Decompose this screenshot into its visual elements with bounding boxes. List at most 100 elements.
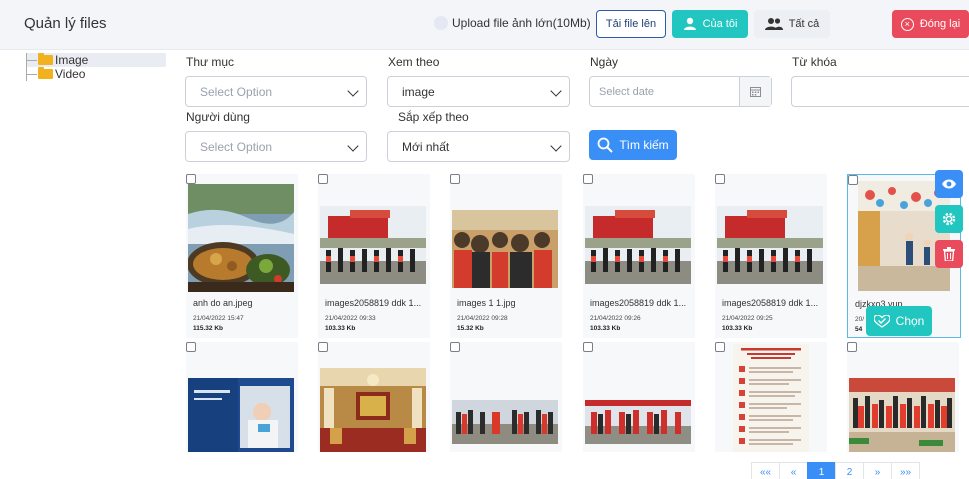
- pagination: «« « 1 2 » »»: [751, 462, 920, 479]
- view-by-label: Xem theo: [388, 55, 440, 69]
- file-size: 15.32 Kb: [457, 325, 484, 332]
- calendar-icon[interactable]: [739, 77, 771, 106]
- close-label: Đóng lại: [919, 18, 961, 30]
- file-checkbox[interactable]: [318, 342, 328, 352]
- tree-item-label: Video: [55, 67, 86, 81]
- chevron-down-icon: [347, 85, 359, 97]
- file-date: 21/04/2022 09:33: [325, 315, 376, 322]
- file-checkbox[interactable]: [847, 342, 857, 352]
- file-card[interactable]: [583, 342, 695, 452]
- file-thumbnail[interactable]: [320, 206, 426, 284]
- file-checkbox[interactable]: [450, 174, 460, 184]
- file-thumbnail[interactable]: [188, 378, 294, 452]
- tree-item-label: Image: [55, 53, 89, 67]
- sort-select[interactable]: Mới nhất: [387, 131, 570, 162]
- chevron-down-icon: [550, 140, 562, 152]
- file-checkbox[interactable]: [186, 342, 196, 352]
- file-size: 103.33 Kb: [722, 325, 753, 332]
- file-card[interactable]: [186, 342, 298, 452]
- trash-icon: [943, 247, 955, 261]
- file-size: 103.33 Kb: [325, 325, 356, 332]
- file-thumbnail[interactable]: [849, 378, 955, 452]
- file-size: 115.32 Kb: [193, 325, 223, 332]
- file-thumbnail[interactable]: [733, 344, 809, 452]
- file-card[interactable]: [847, 342, 959, 452]
- file-date: 20/: [855, 316, 865, 323]
- choose-button[interactable]: Chọn: [866, 306, 932, 336]
- file-card[interactable]: images2058819 ddk 1... 21/04/2022 09:25 …: [715, 174, 827, 338]
- file-card[interactable]: images 1 1.jpg 21/04/2022 09:28 15.32 Kb: [450, 174, 562, 338]
- keyword-input[interactable]: [791, 76, 969, 107]
- tree-item-video[interactable]: Video: [26, 67, 166, 81]
- file-date: 21/04/2022 09:25: [722, 315, 773, 322]
- page-first-button[interactable]: ««: [751, 462, 780, 479]
- close-button[interactable]: × Đóng lại: [892, 10, 969, 38]
- settings-button[interactable]: [935, 205, 963, 233]
- date-picker[interactable]: Select date: [589, 76, 772, 107]
- file-card[interactable]: images2058819 ddk 1... 21/04/2022 09:26 …: [583, 174, 695, 338]
- close-circle-icon: ×: [900, 17, 914, 31]
- keyword-label: Từ khóa: [792, 55, 837, 69]
- search-button[interactable]: Tìm kiếm: [589, 130, 677, 160]
- page-prev-button[interactable]: «: [779, 462, 808, 479]
- file-thumbnail[interactable]: [452, 400, 558, 444]
- file-checkbox[interactable]: [583, 174, 593, 184]
- folder-filter-label: Thư mục: [186, 55, 235, 69]
- upload-file-button[interactable]: Tải file lên: [596, 10, 666, 38]
- sort-label: Sắp xếp theo: [398, 110, 469, 124]
- choose-label: Chọn: [895, 314, 925, 328]
- file-checkbox[interactable]: [186, 174, 196, 184]
- file-checkbox[interactable]: [848, 175, 858, 185]
- toggle-switch[interactable]: [434, 16, 448, 30]
- folder-tree: Image Video: [26, 53, 166, 81]
- my-files-button[interactable]: Của tôi: [672, 10, 748, 38]
- file-size: 54: [855, 326, 863, 333]
- page-1-button[interactable]: 1: [807, 462, 836, 479]
- delete-button[interactable]: [935, 240, 963, 268]
- file-thumbnail[interactable]: [585, 400, 691, 444]
- file-card[interactable]: [318, 342, 430, 452]
- all-files-button[interactable]: Tất cả: [754, 10, 830, 38]
- file-thumbnail[interactable]: [717, 206, 823, 284]
- page-next-button[interactable]: »: [863, 462, 892, 479]
- file-date: 21/04/2022 09:26: [590, 315, 641, 322]
- file-checkbox[interactable]: [583, 342, 593, 352]
- file-thumbnail[interactable]: [320, 368, 426, 452]
- file-name: images 1 1.jpg: [457, 298, 516, 308]
- view-by-select[interactable]: image: [387, 76, 570, 107]
- search-label: Tìm kiếm: [619, 138, 669, 152]
- page-2-button[interactable]: 2: [835, 462, 864, 479]
- file-checkbox[interactable]: [450, 342, 460, 352]
- file-card[interactable]: [450, 342, 562, 452]
- upload-large-toggle[interactable]: Upload file ảnh lớn(10Mb): [434, 16, 591, 30]
- file-name: images2058819 ddk 1...: [722, 298, 819, 308]
- file-thumbnail[interactable]: [585, 206, 691, 284]
- header-bar: Quản lý files Upload file ảnh lớn(10Mb) …: [0, 0, 969, 50]
- file-checkbox[interactable]: [318, 174, 328, 184]
- user-select[interactable]: Select Option: [185, 131, 367, 162]
- file-card[interactable]: [715, 342, 827, 452]
- file-date: 21/04/2022 15:47: [193, 315, 244, 322]
- preview-button[interactable]: [935, 170, 963, 198]
- page-last-button[interactable]: »»: [891, 462, 920, 479]
- file-thumbnail[interactable]: [188, 184, 294, 292]
- file-card[interactable]: images2058819 ddk 1... 21/04/2022 09:33 …: [318, 174, 430, 338]
- file-name: images2058819 ddk 1...: [590, 298, 687, 308]
- file-thumbnail[interactable]: [452, 210, 558, 288]
- file-card[interactable]: anh do an.jpeg 21/04/2022 15:47 115.32 K…: [186, 174, 298, 338]
- eye-icon: [942, 179, 956, 189]
- file-name: anh do an.jpeg: [193, 298, 253, 308]
- file-checkbox[interactable]: [715, 342, 725, 352]
- date-label: Ngày: [590, 55, 619, 69]
- user-filter-label: Người dùng: [186, 110, 250, 124]
- file-date: 21/04/2022 09:28: [457, 315, 508, 322]
- file-size: 103.33 Kb: [590, 325, 621, 332]
- user-icon: [683, 17, 696, 30]
- users-icon: [764, 18, 783, 30]
- folder-select[interactable]: Select Option: [185, 76, 367, 107]
- tree-item-image[interactable]: Image: [26, 53, 166, 67]
- chevron-down-icon: [347, 140, 359, 152]
- search-icon: [597, 137, 614, 153]
- gear-icon: [942, 212, 956, 226]
- file-checkbox[interactable]: [715, 174, 725, 184]
